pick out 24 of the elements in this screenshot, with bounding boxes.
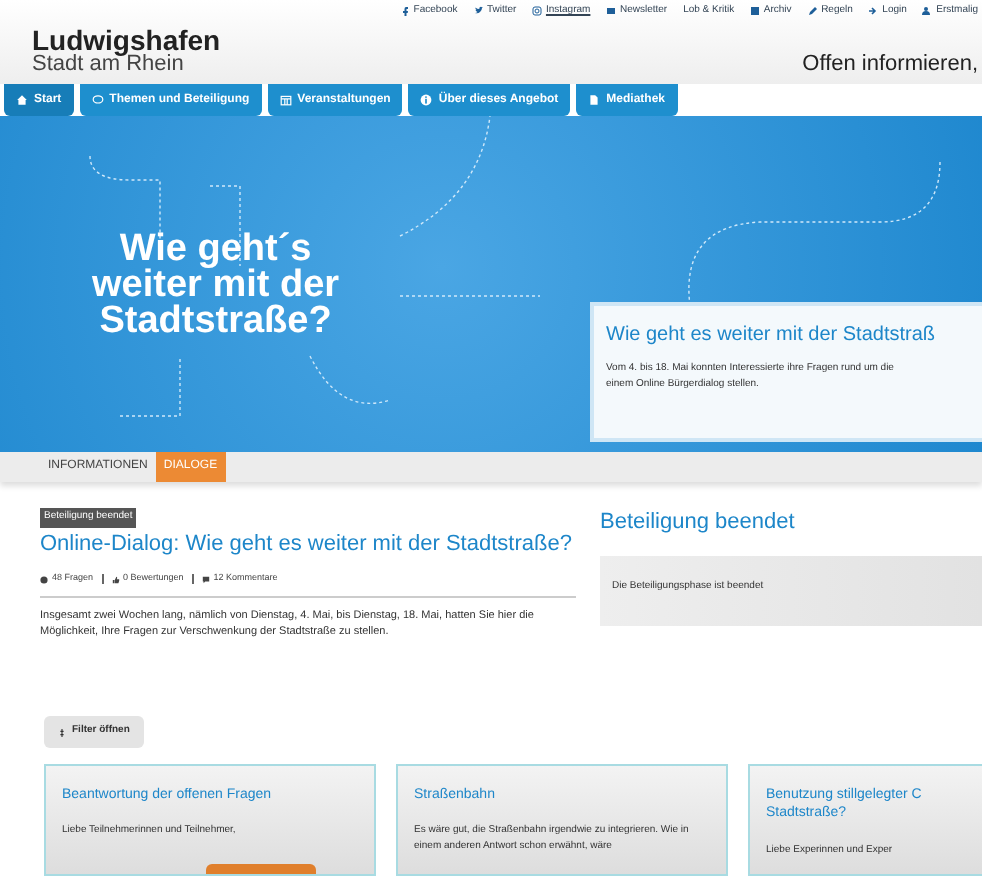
logo-title[interactable]: Ludwigshafen <box>32 26 221 54</box>
thumbs-up-icon <box>111 575 120 584</box>
headline-text: Stadtstraße? <box>97 304 334 341</box>
status-title: Beteiligung beendet <box>600 508 797 538</box>
pencil-icon <box>807 6 818 17</box>
user-icon <box>922 6 933 17</box>
document-icon <box>588 94 601 106</box>
dialog-title[interactable]: Online-Dialog: Wie geht es weiter mit der Stadtstraße? <box>40 531 576 557</box>
headline-text: Wie geht´s <box>119 232 312 269</box>
bird-icon <box>473 6 484 17</box>
sliders-icon <box>58 727 66 738</box>
calendar-icon <box>279 94 292 106</box>
login-icon <box>868 6 879 17</box>
facebook-icon <box>400 6 411 17</box>
panel-title: Wie geht es weiter mit der Stadtstraß <box>606 322 938 350</box>
slogan: Offen informieren, <box>802 50 978 80</box>
home-icon <box>16 94 28 106</box>
headline-text: weiter mit der <box>92 268 340 305</box>
chat-icon <box>91 94 104 106</box>
camera-icon <box>532 6 543 17</box>
logo-subtitle: Stadt am Rhein <box>32 54 184 76</box>
read-more-button[interactable] <box>206 863 316 874</box>
info-icon <box>420 94 433 106</box>
comment-icon <box>201 575 210 584</box>
